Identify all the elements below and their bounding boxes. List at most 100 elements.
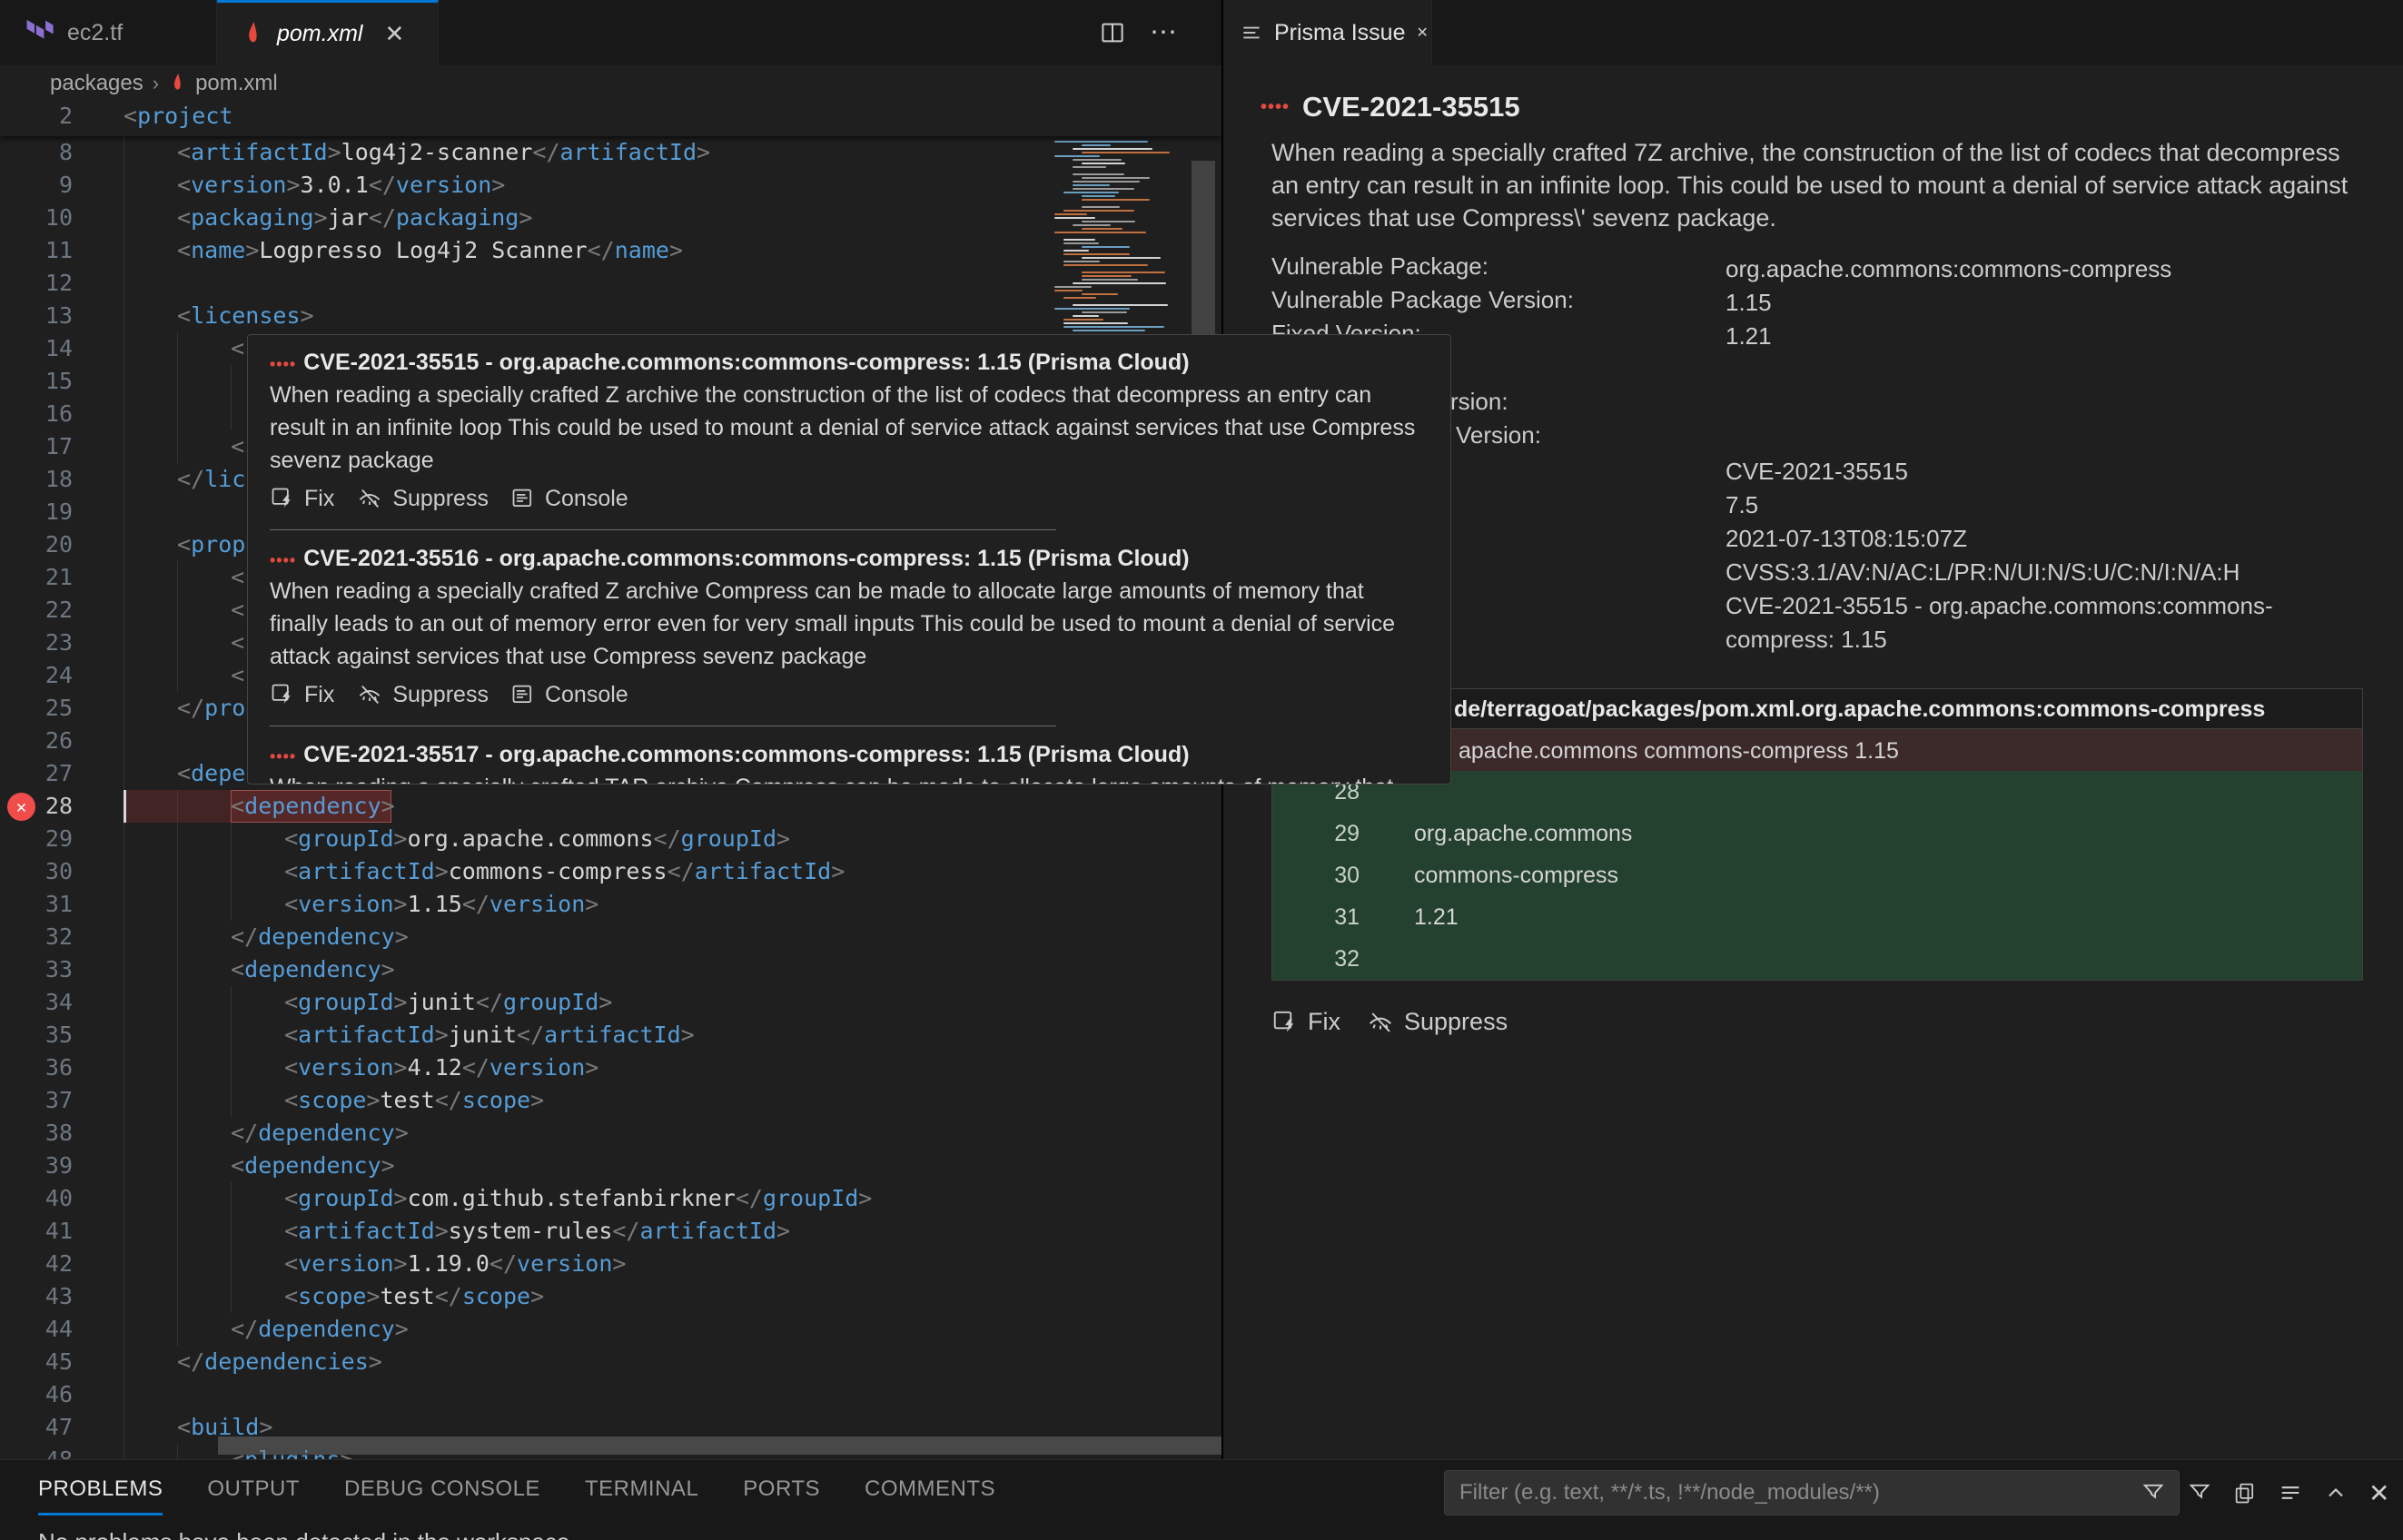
detail-value: org.apache.commons:commons-compress	[1726, 252, 2171, 286]
group-by-icon[interactable]	[2232, 1480, 2258, 1505]
indent-guide	[177, 1313, 178, 1346]
minimap-line	[1073, 330, 1145, 331]
code-line-40[interactable]: 40<groupId>com.github.stefanbirkner</gro…	[0, 1182, 1221, 1215]
code-line-35[interactable]: 35<artifactId>junit</artifactId>	[0, 1019, 1221, 1051]
code-line-11[interactable]: 11<name>Logpresso Log4j2 Scanner</name>	[0, 234, 1221, 267]
chevron-up-icon[interactable]	[2323, 1480, 2349, 1505]
code-line-43[interactable]: 43<scope>test</scope>	[0, 1280, 1221, 1313]
panel-tab-ports[interactable]: PORTS	[743, 1476, 820, 1515]
code-line-44[interactable]: 44</dependency>	[0, 1313, 1221, 1346]
line-number: 42	[0, 1248, 73, 1280]
code-line-37[interactable]: 37<scope>test</scope>	[0, 1084, 1221, 1117]
tooltip-actions: Fix Suppress Console	[270, 480, 1432, 517]
sticky-scroll-line[interactable]: 2 <project	[0, 102, 1221, 136]
code-line-13[interactable]: 13<licenses>	[0, 300, 1221, 332]
minimap-line	[1063, 192, 1119, 193]
console-button[interactable]: Console	[510, 486, 628, 512]
panel-tab-debug-console[interactable]: DEBUG CONSOLE	[344, 1476, 540, 1515]
line-number: 16	[0, 398, 73, 430]
indent-guide	[177, 921, 178, 953]
tab-pom-xml[interactable]: pom.xml ✕	[217, 0, 439, 65]
panel-tab-comments[interactable]: COMMENTS	[865, 1476, 995, 1515]
action-label: Fix	[304, 486, 334, 512]
code-text: <dependency>	[231, 953, 395, 986]
suppress-button[interactable]: Suppress	[356, 486, 489, 512]
panel-tab-output[interactable]: OUTPUT	[207, 1476, 300, 1515]
code-line-29[interactable]: 29<groupId>org.apache.commons</groupId>	[0, 823, 1221, 855]
line-number: 12	[0, 267, 73, 300]
line-number: 45	[0, 1346, 73, 1378]
tab-ec2-tf[interactable]: ec2.tf	[0, 0, 217, 65]
code-line-10[interactable]: 10<packaging>jar</packaging>	[0, 202, 1221, 234]
view-as-list-icon[interactable]	[2278, 1480, 2303, 1505]
code-text: <	[231, 659, 244, 692]
code-line-41[interactable]: 41<artifactId>system-rules</artifactId>	[0, 1215, 1221, 1248]
close-icon[interactable]: ✕	[1416, 24, 1428, 42]
detail-row: Vulnerable Package:org.apache.commons:co…	[1223, 252, 2403, 285]
fix-button[interactable]: Fix	[270, 486, 334, 512]
line-number: 26	[0, 725, 73, 757]
minimap-line	[1063, 250, 1089, 252]
indent-guide	[177, 1182, 178, 1215]
split-editor-icon[interactable]	[1099, 19, 1126, 46]
filter-funnel-icon[interactable]	[2141, 1480, 2166, 1505]
fix-button[interactable]: Fix	[270, 682, 334, 708]
indent-guide	[231, 1051, 232, 1084]
filter-icon[interactable]	[2187, 1480, 2212, 1505]
suppress-button[interactable]: Suppress	[356, 682, 489, 708]
eye-off-icon	[1366, 1009, 1395, 1036]
detail-value: CVE-2021-35515 - org.apache.commons:comm…	[1726, 589, 2273, 623]
indent-guide	[177, 1150, 178, 1182]
problem-hover-tooltip[interactable]: ••••CVE-2021-35515 - org.apache.commons:…	[247, 334, 1451, 785]
tab-label: pom.xml	[277, 21, 362, 47]
editor-tab-bar: ec2.tf pom.xml ✕ ⋯ Prisma Issue ✕	[0, 0, 2403, 65]
code-line-12[interactable]: 12	[0, 267, 1221, 300]
cve-description-line: an entry can result in an infinite loop.…	[1271, 169, 2348, 202]
console-button[interactable]: Console	[510, 682, 628, 708]
code-line-28[interactable]: ✕28<dependency>	[0, 790, 1221, 823]
code-text: <groupId>com.github.stefanbirkner</group…	[284, 1182, 872, 1215]
filter-input[interactable]	[1445, 1480, 2141, 1505]
code-line-8[interactable]: 8<artifactId>log4j2-scanner</artifactId>	[0, 136, 1221, 169]
code-line-32[interactable]: 32</dependency>	[0, 921, 1221, 953]
code-text: <version>3.0.1</version>	[177, 169, 505, 202]
panel-tab-terminal[interactable]: TERMINAL	[585, 1476, 698, 1515]
code-line-36[interactable]: 36<version>4.12</version>	[0, 1051, 1221, 1084]
code-line-31[interactable]: 31<version>1.15</version>	[0, 888, 1221, 921]
line-number: 47	[0, 1411, 73, 1444]
severity-dots-icon: ••••	[270, 747, 296, 765]
close-panel-icon[interactable]: ✕	[2368, 1478, 2389, 1508]
code-line-34[interactable]: 34<groupId>junit</groupId>	[0, 986, 1221, 1019]
code-line-42[interactable]: 42<version>1.19.0</version>	[0, 1248, 1221, 1280]
breadcrumb-item-pomxml[interactable]: pom.xml	[195, 71, 278, 96]
suppress-button[interactable]: Suppress	[1366, 1008, 1508, 1036]
horizontal-scrollbar[interactable]	[218, 1436, 1221, 1455]
code-line-45[interactable]: 45</dependencies>	[0, 1346, 1221, 1378]
indent-guide	[177, 398, 178, 430]
fix-button[interactable]: Fix	[1271, 1008, 1340, 1036]
indent-guide	[177, 1280, 178, 1313]
detail-value: 2021-07-13T08:15:07Z	[1726, 522, 1967, 556]
line-number: 33	[0, 953, 73, 986]
code-line-9[interactable]: 9<version>3.0.1</version>	[0, 169, 1221, 202]
fix-icon	[1271, 1009, 1299, 1036]
line-number: 48	[0, 1444, 73, 1459]
code-line-46[interactable]: 46	[0, 1378, 1221, 1411]
breadcrumb-item-packages[interactable]: packages	[50, 71, 143, 96]
more-actions-icon[interactable]: ⋯	[1150, 19, 1177, 46]
minimap-line	[1082, 275, 1132, 277]
detail-label-fragment: Version:	[1456, 421, 1541, 449]
code-line-33[interactable]: 33 <dependency>	[0, 953, 1221, 986]
minimap-line	[1073, 148, 1152, 150]
code-line-38[interactable]: 38</dependency>	[0, 1117, 1221, 1150]
tab-prisma-issue[interactable]: Prisma Issue ✕	[1223, 0, 1432, 65]
code-line-39[interactable]: 39<dependency>	[0, 1150, 1221, 1182]
code-line-30[interactable]: 30<artifactId>commons-compress</artifact…	[0, 855, 1221, 888]
panel-tab-problems[interactable]: PROBLEMS	[38, 1476, 163, 1515]
detail-value: compress: 1.15	[1726, 623, 1887, 656]
close-icon[interactable]: ✕	[384, 20, 404, 48]
diff-added-row: 311.21	[1272, 896, 2362, 938]
line-number: 27	[0, 757, 73, 790]
tab-label: ec2.tf	[67, 20, 123, 46]
cve-description-line: services that use Compress\' sevenz pack…	[1271, 202, 1776, 234]
